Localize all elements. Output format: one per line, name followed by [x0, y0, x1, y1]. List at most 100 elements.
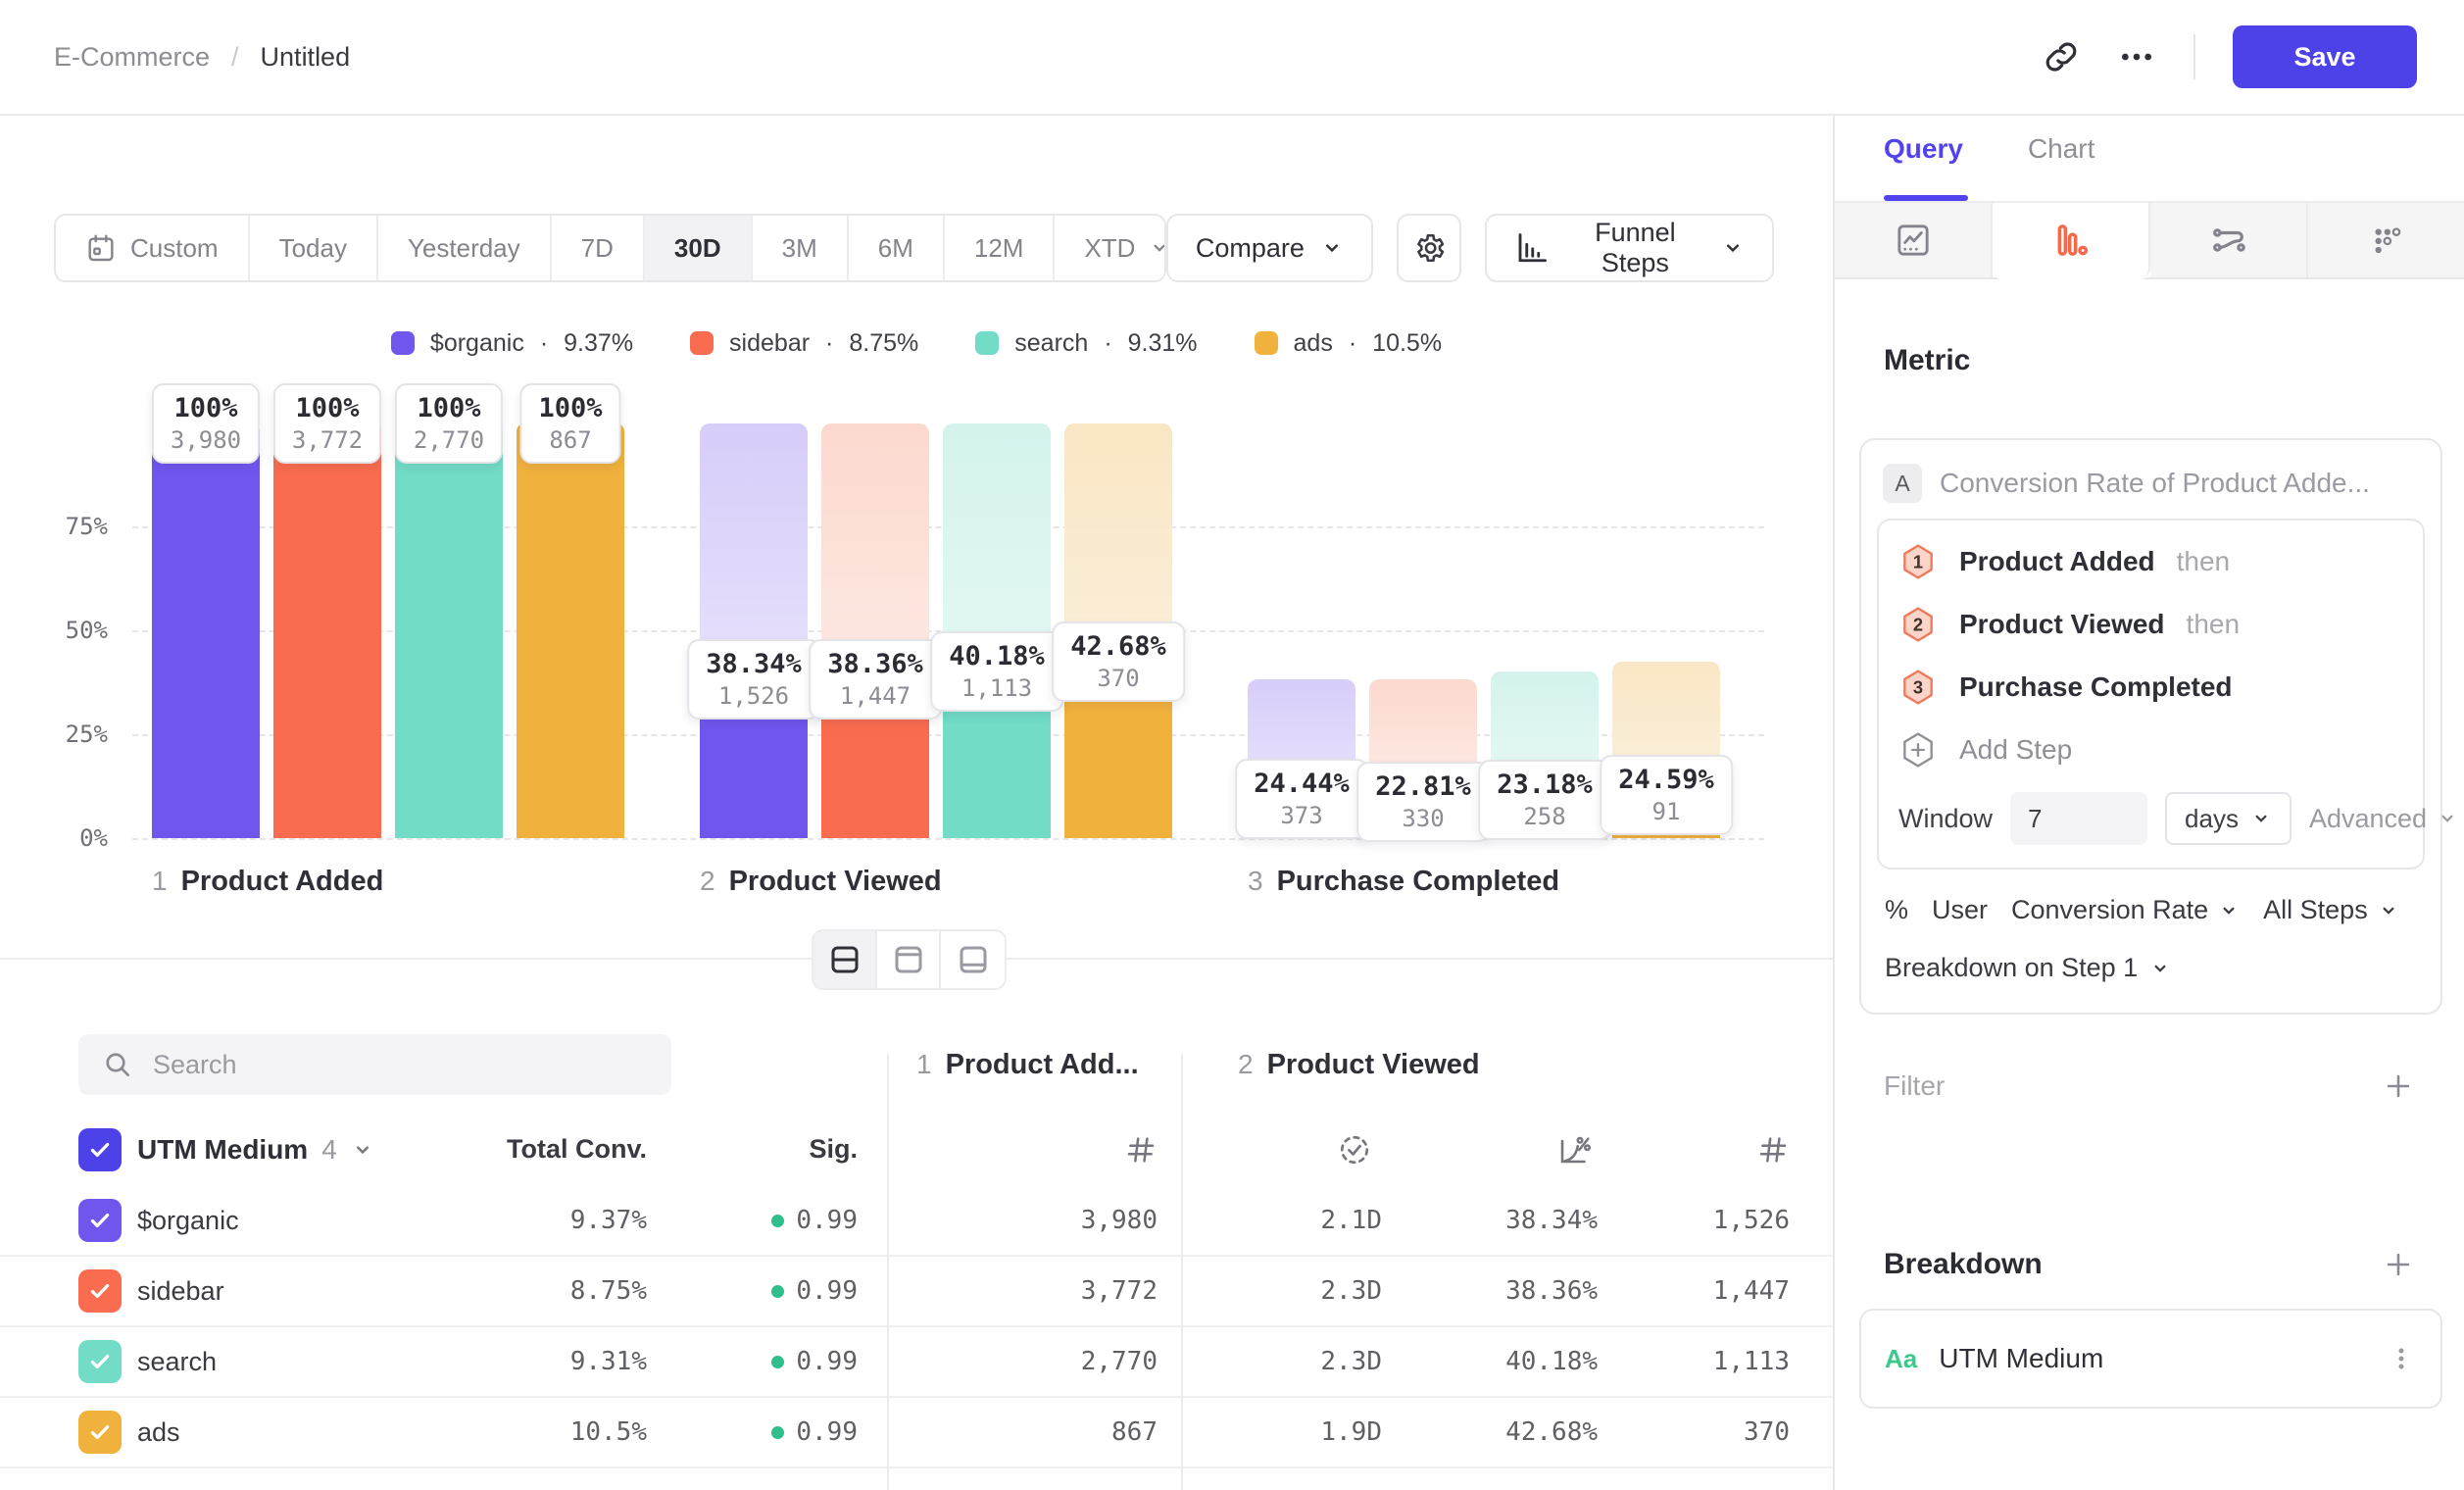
funnel-bar[interactable]	[152, 423, 260, 838]
layout-chart-only-button[interactable]	[877, 931, 941, 988]
row-checkbox[interactable]	[78, 1411, 122, 1454]
chevron-down-icon	[1149, 237, 1165, 259]
sig-header[interactable]: Sig.	[647, 1134, 858, 1165]
legend-item[interactable]: search · 9.31%	[975, 329, 1197, 358]
group-by-header[interactable]: UTM Medium 4	[122, 1134, 490, 1166]
table-row[interactable]: $organic 9.37% 0.99 3,980 2.1D 38.34% 1,…	[0, 1186, 1833, 1257]
range-7d[interactable]: 7D	[552, 216, 645, 280]
metric-type-dropdown[interactable]: Conversion Rate	[2011, 895, 2240, 925]
more-options-button[interactable]	[2117, 37, 2156, 76]
range-custom[interactable]: Custom	[56, 216, 250, 280]
table-row[interactable]: ads 10.5% 0.99 867 1.9D 42.68% 370	[0, 1398, 1833, 1468]
range-12m[interactable]: 12M	[945, 216, 1056, 280]
search-input[interactable]	[153, 1050, 648, 1080]
add-step-button[interactable]: Add Step	[1898, 719, 2403, 781]
row-checkbox[interactable]	[78, 1199, 122, 1242]
layout-split-icon	[827, 942, 862, 977]
add-breakdown-button[interactable]	[2382, 1248, 2415, 1281]
range-6m[interactable]: 6M	[849, 216, 945, 280]
step-name: Product Add...	[946, 1049, 1139, 1081]
y-axis-tick: 25%	[29, 720, 108, 748]
check-icon	[87, 1419, 113, 1445]
total-conv-header[interactable]: Total Conv.	[490, 1134, 647, 1165]
row-sig: 0.99	[647, 1206, 858, 1235]
legend-swatch	[690, 331, 714, 355]
funnel-step-1[interactable]: 1 Product Added then	[1898, 530, 2403, 593]
funnel-step-label-2[interactable]: 2 Product Viewed	[700, 866, 942, 898]
sig-value: 0.99	[796, 1417, 858, 1447]
tab-line-chart[interactable]	[1835, 203, 1993, 277]
select-all-checkbox[interactable]	[78, 1128, 122, 1171]
advanced-dropdown[interactable]: Advanced	[2309, 804, 2458, 834]
legend-item[interactable]: ads · 10.5%	[1255, 329, 1443, 358]
chevron-down-icon	[2149, 958, 2171, 979]
layout-table-only-button[interactable]	[941, 931, 1005, 988]
compare-label: Compare	[1196, 233, 1305, 264]
table-row[interactable]: sidebar 8.75% 0.99 3,772 2.3D 38.36% 1,4…	[0, 1257, 1833, 1327]
legend-item[interactable]: sidebar · 8.75%	[690, 329, 918, 358]
legend-separator: ·	[1349, 329, 1356, 358]
chevron-down-icon	[2378, 900, 2399, 921]
range-3m[interactable]: 3M	[753, 216, 849, 280]
row-step2-conv: 38.34%	[1382, 1206, 1598, 1235]
window-value-input[interactable]	[2010, 792, 2147, 845]
breakdown-on-step-dropdown[interactable]: Breakdown on Step 1	[1877, 925, 2425, 1007]
kebab-icon	[2386, 1343, 2417, 1374]
metric-title-row[interactable]: A Conversion Rate of Product Adde...	[1877, 456, 2425, 519]
tab-grid-view[interactable]	[2308, 203, 2464, 277]
advanced-label: Advanced	[2309, 804, 2427, 834]
entity-label[interactable]: User	[1932, 895, 1988, 925]
column-divider	[887, 1054, 889, 1490]
save-button[interactable]: Save	[2233, 25, 2417, 88]
table-row[interactable]: search 9.31% 0.99 2,770 2.3D 40.18% 1,11…	[0, 1327, 1833, 1398]
funnel-step-2[interactable]: 2 Product Viewed then	[1898, 593, 2403, 656]
breadcrumb-parent[interactable]: E-Commerce	[54, 42, 210, 73]
window-unit-select[interactable]: days	[2165, 792, 2292, 845]
funnel-step-label-3[interactable]: 3 Purchase Completed	[1248, 866, 1559, 898]
tab-chart[interactable]: Chart	[2028, 133, 2094, 201]
range-today[interactable]: Today	[250, 216, 378, 280]
table-step2-header[interactable]: 2 Product Viewed	[1181, 1049, 1813, 1081]
step2-time-column[interactable]	[1181, 1132, 1382, 1167]
breakdown-property-card[interactable]: Aa UTM Medium	[1859, 1309, 2442, 1409]
row-step1-count: 867	[887, 1417, 1181, 1447]
range-xtd[interactable]: XTD	[1055, 216, 1165, 280]
row-checkbox[interactable]	[78, 1340, 122, 1383]
funnel-step-label-1[interactable]: 1 Product Added	[152, 866, 383, 898]
legend-name: ads	[1294, 329, 1333, 358]
calendar-icon	[85, 232, 117, 264]
sig-dot	[771, 1215, 784, 1227]
breadcrumb-current[interactable]: Untitled	[261, 42, 351, 73]
step2-conv-column[interactable]	[1382, 1132, 1598, 1167]
share-link-button[interactable]	[2043, 38, 2080, 75]
percent-prefix: %	[1885, 895, 1908, 925]
row-step2-time: 2.3D	[1181, 1276, 1382, 1306]
chart-type-button[interactable]: Funnel Steps	[1485, 214, 1774, 282]
compare-button[interactable]: Compare	[1166, 214, 1373, 282]
row-checkbox[interactable]	[78, 1269, 122, 1313]
tab-retention-chart[interactable]	[2150, 203, 2308, 277]
funnel-bar[interactable]	[273, 423, 381, 838]
funnel-analytics-app: E-Commerce / Untitled Save	[0, 0, 2464, 1490]
funnel-bar[interactable]	[395, 423, 503, 838]
range-yesterday[interactable]: Yesterday	[378, 216, 552, 280]
steps-scope-dropdown[interactable]: All Steps	[2263, 895, 2399, 925]
row-step2-time: 2.3D	[1181, 1347, 1382, 1376]
tab-funnel-chart[interactable]	[1993, 203, 2150, 277]
funnel-step-3[interactable]: 3 Purchase Completed	[1898, 656, 2403, 719]
step2-count-column[interactable]	[1598, 1133, 1813, 1167]
step1-count-column[interactable]	[887, 1133, 1181, 1167]
search-box[interactable]	[78, 1034, 671, 1095]
tab-query[interactable]: Query	[1884, 133, 1963, 201]
funnel-bar[interactable]	[517, 423, 624, 838]
sig-dot	[771, 1285, 784, 1298]
chart-settings-button[interactable]	[1397, 214, 1461, 282]
sig-value: 0.99	[796, 1206, 858, 1235]
table-step1-header[interactable]: 1 Product Add...	[887, 1049, 1181, 1081]
breakdown-options-button[interactable]	[2386, 1343, 2417, 1374]
legend-item[interactable]: $organic · 9.37%	[391, 329, 633, 358]
add-filter-button[interactable]	[2382, 1069, 2415, 1103]
legend-swatch	[1255, 331, 1278, 355]
layout-split-button[interactable]	[813, 931, 877, 988]
range-30d[interactable]: 30D	[645, 216, 753, 280]
